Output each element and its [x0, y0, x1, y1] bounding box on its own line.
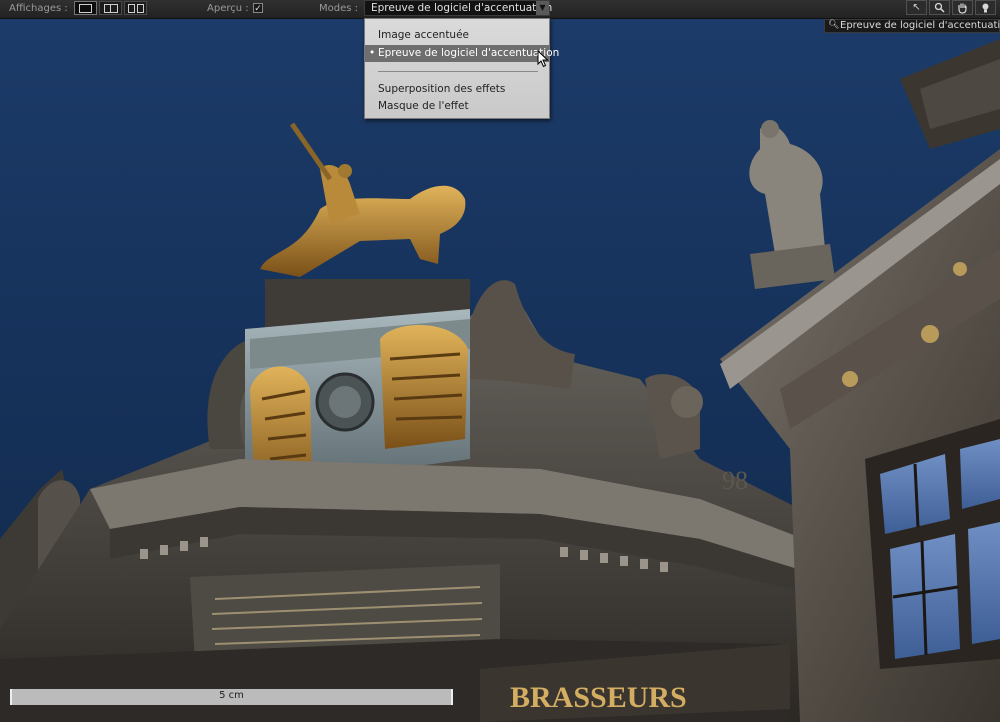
side-by-side-view-button[interactable]	[124, 1, 147, 15]
single-view-button[interactable]	[74, 1, 97, 15]
mode-hint-tag: 🔍︎ Epreuve de logiciel d'accentuation	[824, 19, 1000, 33]
hand-icon	[958, 3, 967, 14]
mode-select-value: Epreuve de logiciel d'accentuation	[371, 2, 553, 14]
select-arrow-tool-button[interactable]: ↖	[906, 0, 927, 15]
menu-item-label: Image accentuée	[378, 29, 470, 41]
mode-select[interactable]: Epreuve de logiciel d'accentuation ▼	[364, 0, 553, 16]
scale-bar: 5 cm	[10, 686, 453, 708]
chevron-down-icon[interactable]: ▼	[536, 1, 549, 15]
selected-dot-icon: •	[369, 47, 376, 59]
menu-item-masque[interactable]: Masque de l'effet	[365, 98, 549, 115]
menu-item-label: Masque de l'effet	[378, 100, 469, 112]
light-icon	[982, 3, 989, 13]
single-view-icon	[79, 3, 92, 13]
menu-item-epreuve[interactable]: • Epreuve de logiciel d'accentuation	[365, 45, 559, 62]
preview-label: Aperçu :	[207, 3, 249, 14]
menu-item-label: Epreuve de logiciel d'accentuation	[378, 47, 560, 59]
view-mode-group	[74, 1, 150, 15]
hand-tool-button[interactable]	[952, 0, 973, 15]
split-view-icon	[103, 3, 118, 13]
image-preview[interactable]: BRASSEURS 98	[0, 19, 1000, 722]
building-photo: BRASSEURS 98	[0, 39, 1000, 722]
menu-separator	[378, 71, 538, 72]
search-icon: 🔍︎	[828, 20, 840, 30]
modes-label: Modes :	[319, 3, 359, 14]
mode-dropdown-menu: Image accentuée • Epreuve de logiciel d'…	[364, 18, 559, 119]
scale-bar-label: 5 cm	[219, 690, 244, 701]
light-tool-button[interactable]	[975, 0, 996, 15]
menu-item-superposition[interactable]: Superposition des effets	[365, 81, 549, 98]
views-label: Affichages :	[9, 3, 68, 14]
menu-item-label: Superposition des effets	[378, 83, 506, 95]
mouse-cursor-icon	[537, 50, 549, 68]
zoom-icon	[934, 2, 945, 13]
preview-checkbox[interactable]: ✓	[253, 3, 263, 14]
sign-text: BRASSEURS	[510, 681, 687, 714]
menu-item-image-accentuee[interactable]: Image accentuée	[365, 27, 549, 44]
zoom-tool-button[interactable]	[929, 0, 950, 15]
carved-numbers: 98	[722, 466, 748, 495]
top-toolbar: Affichages : Aperçu : ✓ Modes : Epreuve …	[0, 0, 1000, 19]
side-by-side-view-icon	[127, 3, 144, 13]
mode-hint-text: Epreuve de logiciel d'accentuation	[840, 20, 1000, 31]
split-view-button[interactable]	[99, 1, 122, 15]
tool-group: ↖	[906, 0, 996, 15]
select-arrow-icon: ↖	[912, 2, 921, 13]
